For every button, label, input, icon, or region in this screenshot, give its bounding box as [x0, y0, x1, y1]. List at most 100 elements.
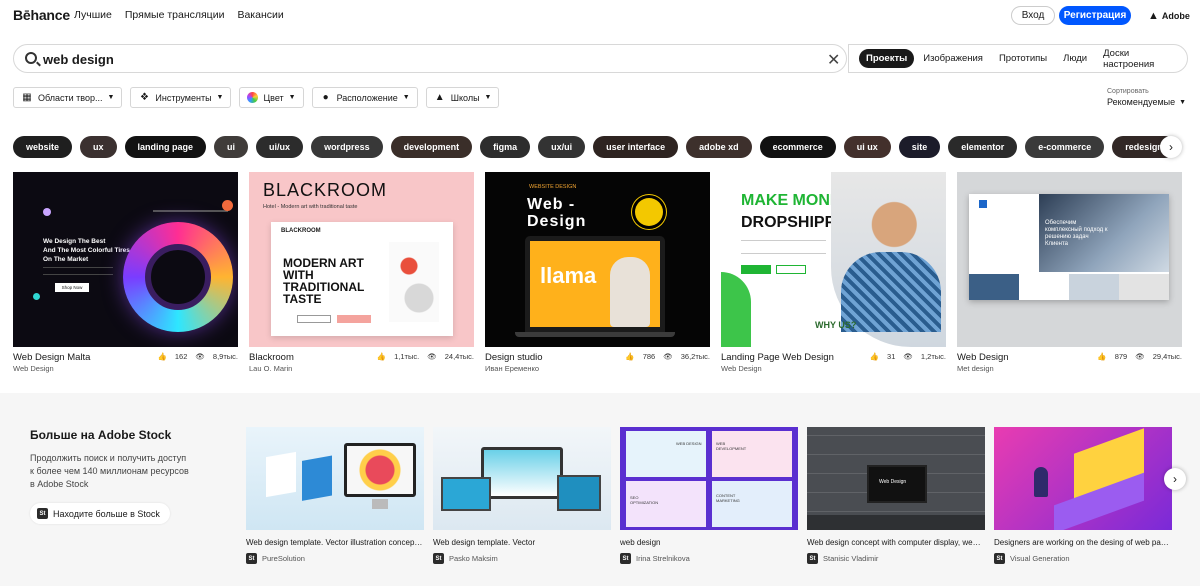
thumb-desk: [807, 515, 985, 530]
view-count: 1,2тыс.: [920, 352, 946, 361]
stock-item-author[interactable]: Stanisic Vladimir: [823, 554, 878, 563]
stock-logo-icon: St: [246, 553, 257, 564]
thumb-logo: BLACKROOM: [263, 180, 388, 200]
thumb-headline-2: And The Most Colorful Tires: [43, 247, 130, 254]
filter-location[interactable]: ● Расположение ▼: [311, 87, 418, 108]
stock-thumbnail[interactable]: [433, 427, 611, 530]
filter-tools[interactable]: ❖ Инструменты ▼: [130, 87, 232, 108]
login-button[interactable]: Вход: [1011, 6, 1055, 25]
project-author[interactable]: Иван Еременко: [485, 364, 710, 373]
stock-logo-icon: St: [994, 553, 1005, 564]
stock-item-title[interactable]: Designers are working on the desing of w…: [994, 538, 1172, 547]
thumb-headline: We Design The Best And The Most Colorful…: [43, 237, 130, 264]
project-thumbnail[interactable]: WEBSITE DESIGN Web - Design llama: [485, 172, 710, 347]
adobe-logo[interactable]: ▲ Adobe: [1148, 10, 1190, 22]
project-author[interactable]: Web Design: [721, 364, 946, 373]
tab-images[interactable]: Изображения: [916, 49, 990, 68]
thumb-cyan-dot: [33, 293, 40, 300]
stock-item-author[interactable]: Pasko Maksim: [449, 554, 498, 563]
filter-schools[interactable]: ▲ Школы ▼: [425, 87, 500, 108]
nav-livestreams[interactable]: Прямые трансляции: [125, 9, 225, 21]
tag-chip[interactable]: ui/ux: [256, 136, 304, 158]
stock-logo-icon: St: [620, 553, 631, 564]
tag-chip[interactable]: ux/ui: [538, 136, 586, 158]
thumb-monitor-stand: [372, 499, 388, 509]
stock-thumbnail[interactable]: Web Design: [807, 427, 985, 530]
sort-dropdown[interactable]: Сортировать Рекомендуемые ▼: [1107, 88, 1186, 107]
stock-thumbnail[interactable]: [994, 427, 1172, 530]
stock-item: Web design template. Vector illustration…: [246, 427, 424, 564]
nav-best[interactable]: Лучшие: [74, 9, 112, 21]
filter-label: Инструменты: [155, 92, 212, 103]
project-author[interactable]: Web Design: [13, 364, 238, 373]
thumb-monitor: Web Design: [867, 465, 927, 503]
chevron-right-icon: ›: [1173, 472, 1177, 486]
project-title[interactable]: Web Design Malta: [13, 352, 90, 363]
project-title[interactable]: Landing Page Web Design: [721, 352, 834, 363]
tag-chip[interactable]: ecommerce: [759, 136, 836, 158]
tag-chip[interactable]: user interface: [593, 136, 679, 158]
thumb-panel-4: CONTENT MARKETING: [712, 481, 792, 527]
stock-next-button[interactable]: ›: [1164, 468, 1186, 490]
thumb-panel-label: SEO OPTIMIZATION: [630, 495, 659, 505]
thumb-green-btn: [741, 265, 771, 274]
like-icon: 👍: [157, 352, 167, 361]
project-title[interactable]: Blackroom: [249, 352, 294, 363]
project-title[interactable]: Web Design: [957, 352, 1009, 363]
eye-icon: 👁: [427, 352, 437, 361]
nav-jobs[interactable]: Вакансии: [237, 9, 283, 21]
project-title[interactable]: Design studio: [485, 352, 543, 363]
behance-logo[interactable]: Bēhance: [13, 7, 70, 23]
thumb-inner-logo: BLACKROOM: [281, 228, 321, 234]
stock-item: Web Design Web design concept with compu…: [807, 427, 985, 564]
tag-chip[interactable]: adobe xd: [686, 136, 752, 158]
thumb-laptop-screen: llama: [525, 236, 665, 332]
tag-chip[interactable]: e-commerce: [1025, 136, 1105, 158]
stock-item-title[interactable]: Web design template. Vector illustration…: [246, 538, 424, 547]
tag-chip[interactable]: ux: [80, 136, 117, 158]
clear-search-icon[interactable]: ✕: [827, 50, 840, 70]
tag-chip[interactable]: wordpress: [311, 136, 383, 158]
thumb-inner-headline: MODERN ART WITH TRADITIONAL TASTE: [283, 256, 365, 306]
stock-item-author[interactable]: Irina Strelnikova: [636, 554, 690, 563]
stock-item-title[interactable]: Web design concept with computer display…: [807, 538, 985, 547]
filter-creative-fields[interactable]: ▦ Области твор... ▼: [13, 87, 123, 108]
tags-next-button[interactable]: ›: [1160, 136, 1182, 158]
tag-chip[interactable]: figma: [480, 136, 531, 158]
tab-projects[interactable]: Проекты: [859, 49, 915, 68]
tag-chip[interactable]: landing page: [124, 136, 207, 158]
tag-chip[interactable]: site: [898, 136, 941, 158]
project-author[interactable]: Lau O. Marin: [249, 364, 474, 373]
tab-moodboards[interactable]: Доски настроения: [1096, 44, 1185, 74]
sort-value: Рекомендуемые: [1107, 97, 1176, 107]
tab-prototypes[interactable]: Прототипы: [992, 49, 1054, 68]
tag-chip[interactable]: website: [13, 136, 73, 158]
project-author[interactable]: Met design: [957, 364, 1182, 373]
filter-color[interactable]: Цвет ▼: [239, 87, 304, 108]
register-button[interactable]: Регистрация: [1059, 6, 1131, 25]
project-thumbnail[interactable]: MAKE MONEY DROPSHIPPING WHY US?: [721, 172, 946, 347]
stock-item-author[interactable]: Visual Generation: [1010, 554, 1069, 563]
search-input[interactable]: web design: [43, 52, 114, 67]
grid-icon: ▦: [22, 92, 32, 103]
project-thumbnail[interactable]: BLACKROOM Hotel - Modern art with tradit…: [249, 172, 474, 347]
tag-chip[interactable]: ui: [214, 136, 249, 158]
stock-thumbnail[interactable]: WEB DESIGN WEB DEVELOPMENT SEO OPTIMIZAT…: [620, 427, 798, 530]
thumb-monitor-label: Web Design: [879, 479, 907, 485]
tag-chip[interactable]: development: [390, 136, 473, 158]
tag-chip[interactable]: elementor: [948, 136, 1018, 158]
thumb-photo-strip: [969, 274, 1169, 300]
thumb-cards: [266, 444, 336, 512]
stock-more-button[interactable]: St Находите больше в Stock: [30, 503, 170, 524]
thumb-laptop-base: [515, 332, 675, 337]
stock-thumbnail[interactable]: [246, 427, 424, 530]
project-thumbnail[interactable]: Обеспечим комплексный подход к решению з…: [957, 172, 1182, 347]
tab-people[interactable]: Люди: [1056, 49, 1094, 68]
tag-chip[interactable]: ui ux: [843, 136, 891, 158]
thumb-panel-1: WEB DESIGN: [626, 431, 706, 477]
stock-description: Продолжить поиск и получить доступ к бол…: [30, 453, 189, 489]
stock-item-author[interactable]: PureSolution: [262, 554, 305, 563]
project-thumbnail[interactable]: We Design The Best And The Most Colorful…: [13, 172, 238, 347]
stock-item-title[interactable]: web design: [620, 538, 798, 547]
stock-item-title[interactable]: Web design template. Vector: [433, 538, 611, 547]
